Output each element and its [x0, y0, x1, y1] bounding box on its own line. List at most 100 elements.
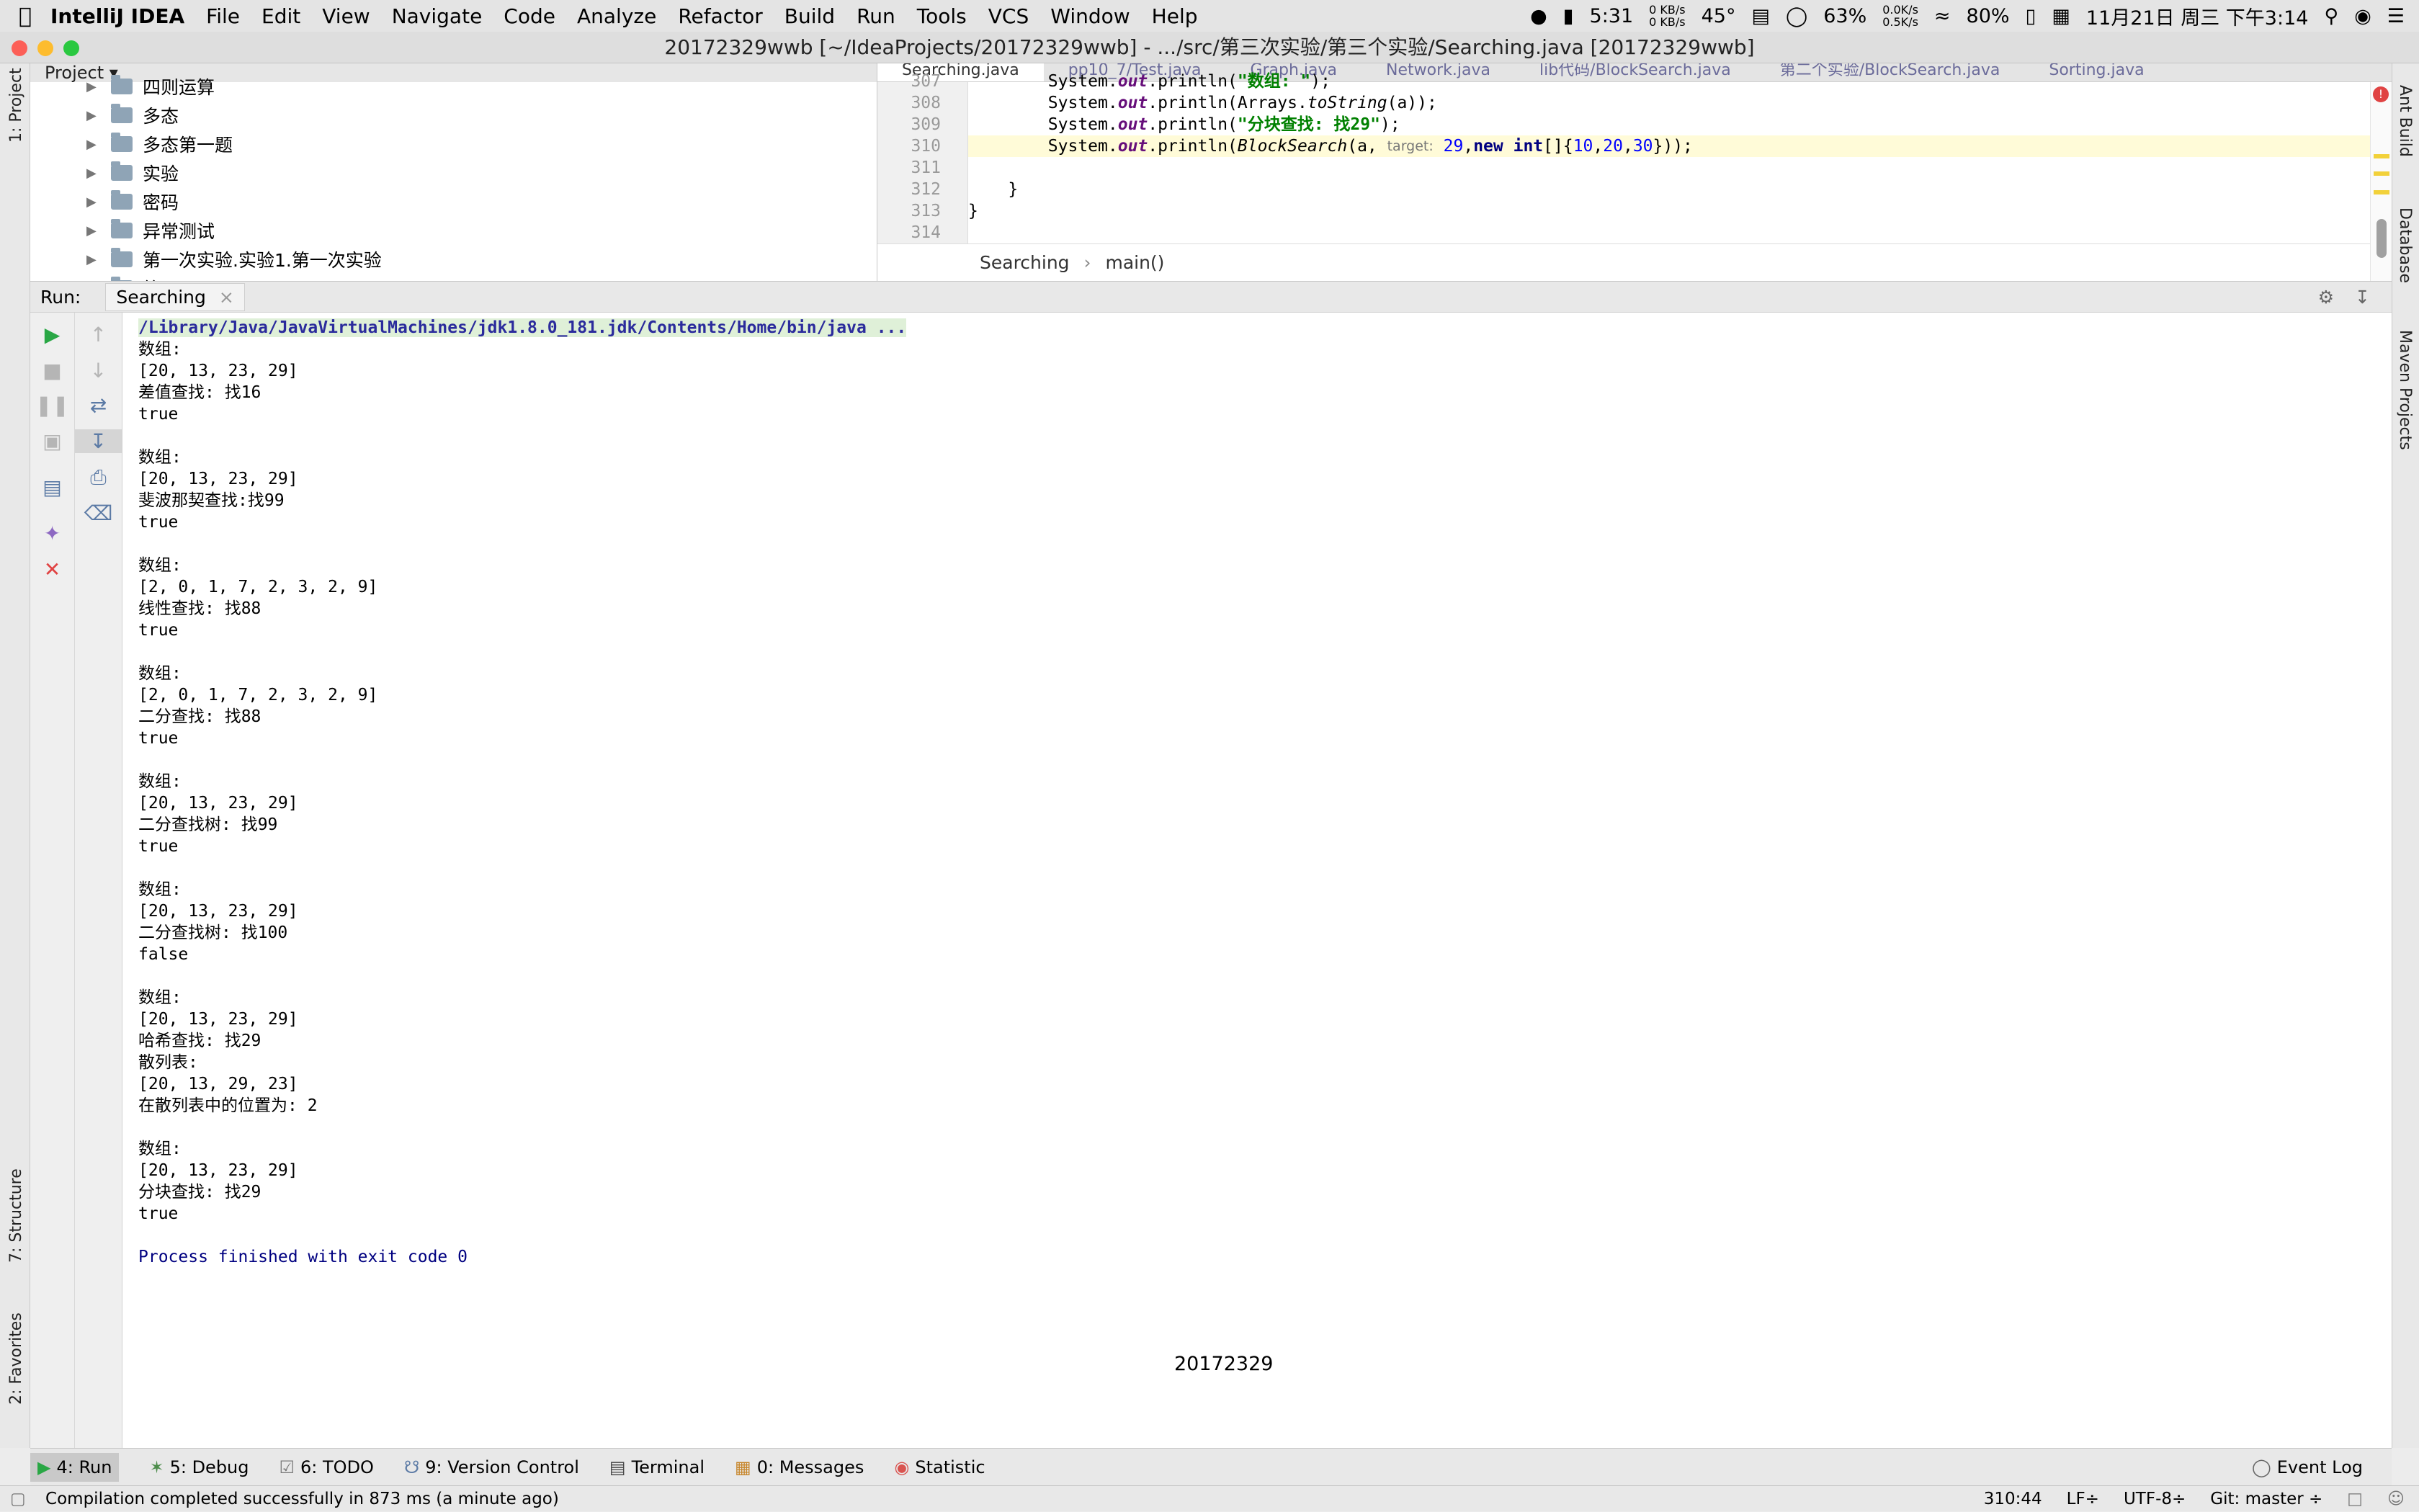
apple-icon[interactable]: 	[0, 4, 50, 29]
menu-run[interactable]: Run	[857, 4, 895, 28]
menu-tools[interactable]: Tools	[917, 4, 967, 28]
expand-arrow-icon[interactable]: ▶	[86, 252, 111, 267]
input-method-icon[interactable]: ▦	[2052, 5, 2070, 27]
caret-position[interactable]: 310:44	[1984, 1486, 2042, 1512]
code-line: 313}	[911, 202, 978, 220]
tree-item[interactable]: ▶ 四则运算	[30, 72, 877, 101]
warning-mark[interactable]	[2374, 171, 2389, 176]
expand-arrow-icon[interactable]: ▶	[86, 194, 111, 210]
hide-panel-icon[interactable]: ↧	[2355, 282, 2370, 313]
app-menu[interactable]: IntelliJ IDEA	[50, 4, 184, 28]
menu-navigate[interactable]: Navigate	[392, 4, 483, 28]
menu-edit[interactable]: Edit	[261, 4, 300, 28]
dump-threads-icon[interactable]: ▣	[30, 429, 74, 453]
tab-event-log[interactable]: ◯ Event Log	[2252, 1457, 2363, 1477]
down-trace-icon[interactable]: ↓	[75, 359, 122, 383]
error-stripe[interactable]: !	[2370, 82, 2392, 281]
soft-wrap-icon[interactable]: ⇄	[75, 393, 122, 417]
settings-gear-icon[interactable]: ⚙	[2318, 282, 2334, 313]
net-stats[interactable]: 0 KB/s 0 KB/s	[1649, 4, 1685, 28]
tree-item[interactable]: ▶ 第一次实验.实验1.第一次实验	[30, 245, 877, 274]
database-tool-tab[interactable]: Database	[2396, 207, 2414, 283]
maven-tool-tab[interactable]: Maven Projects	[2396, 330, 2414, 450]
warning-mark[interactable]	[2374, 190, 2389, 194]
clear-all-icon[interactable]: ⌫	[75, 501, 122, 525]
menu-window[interactable]: Window	[1050, 4, 1130, 28]
notification-center-icon[interactable]: ☰	[2387, 5, 2405, 27]
tab-terminal[interactable]: ▤ Terminal	[609, 1457, 705, 1477]
small-clock[interactable]: 5:31	[1590, 5, 1634, 27]
favorites-tool-tab[interactable]: 2: Favorites	[7, 1312, 25, 1405]
tree-item[interactable]: ▶第一题	[30, 274, 877, 281]
tree-item[interactable]: ▶ 实验	[30, 158, 877, 187]
speed-stats[interactable]: 0.0K/s 0.5K/s	[1882, 4, 1918, 28]
stop-icon[interactable]: ■	[30, 359, 74, 383]
console-command[interactable]: /Library/Java/JavaVirtualMachines/jdk1.8…	[138, 317, 2392, 339]
pause-icon[interactable]: ❚❚	[30, 393, 74, 417]
tool-windows-toggle-icon[interactable]: ▢	[10, 1490, 26, 1508]
project-tool-tab[interactable]: 1: Project	[7, 68, 25, 143]
minimize-window-button[interactable]	[37, 40, 53, 56]
breadcrumb-method[interactable]: main()	[1105, 252, 1164, 273]
drive-icon[interactable]: ▤	[1751, 5, 1770, 27]
up-trace-icon[interactable]: ↑	[75, 323, 122, 346]
breadcrumb-class[interactable]: Searching	[980, 252, 1070, 273]
error-indicator-icon[interactable]: !	[2373, 86, 2389, 102]
tree-item[interactable]: ▶ 多态	[30, 101, 877, 130]
tree-item[interactable]: ▶ 密码	[30, 187, 877, 216]
menu-analyze[interactable]: Analyze	[577, 4, 656, 28]
scroll-thumb[interactable]	[2376, 219, 2387, 258]
lock-icon[interactable]: □	[2347, 1486, 2363, 1512]
pin-tab-icon[interactable]: ✦	[30, 522, 74, 545]
siri-icon[interactable]: ◉	[2354, 5, 2371, 27]
expand-arrow-icon[interactable]: ▶	[86, 223, 111, 238]
menu-code[interactable]: Code	[504, 4, 555, 28]
wifi-icon[interactable]: ≈	[1934, 5, 1951, 27]
tab-todo[interactable]: ☑ 6: TODO	[280, 1457, 374, 1477]
battery-percent[interactable]: 80%	[1967, 5, 2010, 27]
tab-messages[interactable]: ▦ 0: Messages	[735, 1457, 864, 1477]
menu-refactor[interactable]: Refactor	[678, 4, 762, 28]
expand-arrow-icon[interactable]: ▶	[86, 79, 111, 94]
expand-arrow-icon[interactable]: ▶	[86, 166, 111, 181]
menu-vcs[interactable]: VCS	[988, 4, 1029, 28]
cpu-usage[interactable]: 63%	[1823, 5, 1866, 27]
close-tab-icon[interactable]: ×	[219, 287, 234, 308]
spotlight-search-icon[interactable]: ⚲	[2324, 5, 2338, 27]
close-window-button[interactable]	[12, 40, 27, 56]
run-tab-searching[interactable]: Searching ×	[105, 283, 245, 311]
mac-menubar:  IntelliJ IDEA File Edit View Navigate …	[0, 0, 2419, 32]
tab-run[interactable]: ▶ 4: Run	[30, 1452, 120, 1482]
git-branch[interactable]: Git: master ÷	[2210, 1486, 2322, 1512]
file-encoding[interactable]: UTF-8÷	[2124, 1486, 2186, 1512]
print-icon[interactable]: ⎙	[75, 465, 122, 490]
menu-help[interactable]: Help	[1152, 4, 1198, 28]
menu-build[interactable]: Build	[784, 4, 835, 28]
tab-version-control[interactable]: ☋ 9: Version Control	[404, 1457, 579, 1477]
code-text-area[interactable]: 307 System. out .println("数组: "); 308 Syst…	[911, 72, 2392, 243]
temperature[interactable]: 45°	[1702, 5, 1736, 27]
run-console[interactable]: /Library/Java/JavaVirtualMachines/jdk1.8…	[122, 313, 2392, 1448]
tab-debug[interactable]: ✶ 5: Debug	[149, 1457, 249, 1477]
rerun-icon[interactable]: ▶	[30, 323, 74, 346]
inspector-icon[interactable]: ☺	[2387, 1486, 2405, 1512]
menu-file[interactable]: File	[206, 4, 240, 28]
menu-view[interactable]: View	[322, 4, 370, 28]
datetime[interactable]: 11月21日 周三 下午3:14	[2086, 2, 2309, 30]
structure-tool-tab[interactable]: 7: Structure	[7, 1168, 25, 1263]
scroll-to-end-icon[interactable]: ↧	[75, 429, 122, 453]
expand-arrow-icon[interactable]: ▶	[86, 137, 111, 152]
warning-mark[interactable]	[2374, 154, 2389, 158]
expand-arrow-icon[interactable]: ▶	[86, 108, 111, 123]
folder-icon	[111, 248, 133, 267]
tree-item[interactable]: ▶ 多态第一题	[30, 130, 877, 158]
close-run-icon[interactable]: ✕	[30, 558, 74, 581]
line-separator[interactable]: LF÷	[2067, 1486, 2099, 1512]
tab-statistic[interactable]: ◉ Statistic	[894, 1457, 985, 1477]
qq-icon[interactable]: ●	[1530, 5, 1547, 27]
status-message[interactable]: Compilation completed successfully in 87…	[45, 1490, 559, 1508]
restore-layout-icon[interactable]: ▤	[30, 475, 74, 499]
tree-item[interactable]: ▶ 异常测试	[30, 216, 877, 245]
ant-build-tool-tab[interactable]: Ant Build	[2396, 85, 2414, 157]
zoom-window-button[interactable]	[63, 40, 79, 56]
